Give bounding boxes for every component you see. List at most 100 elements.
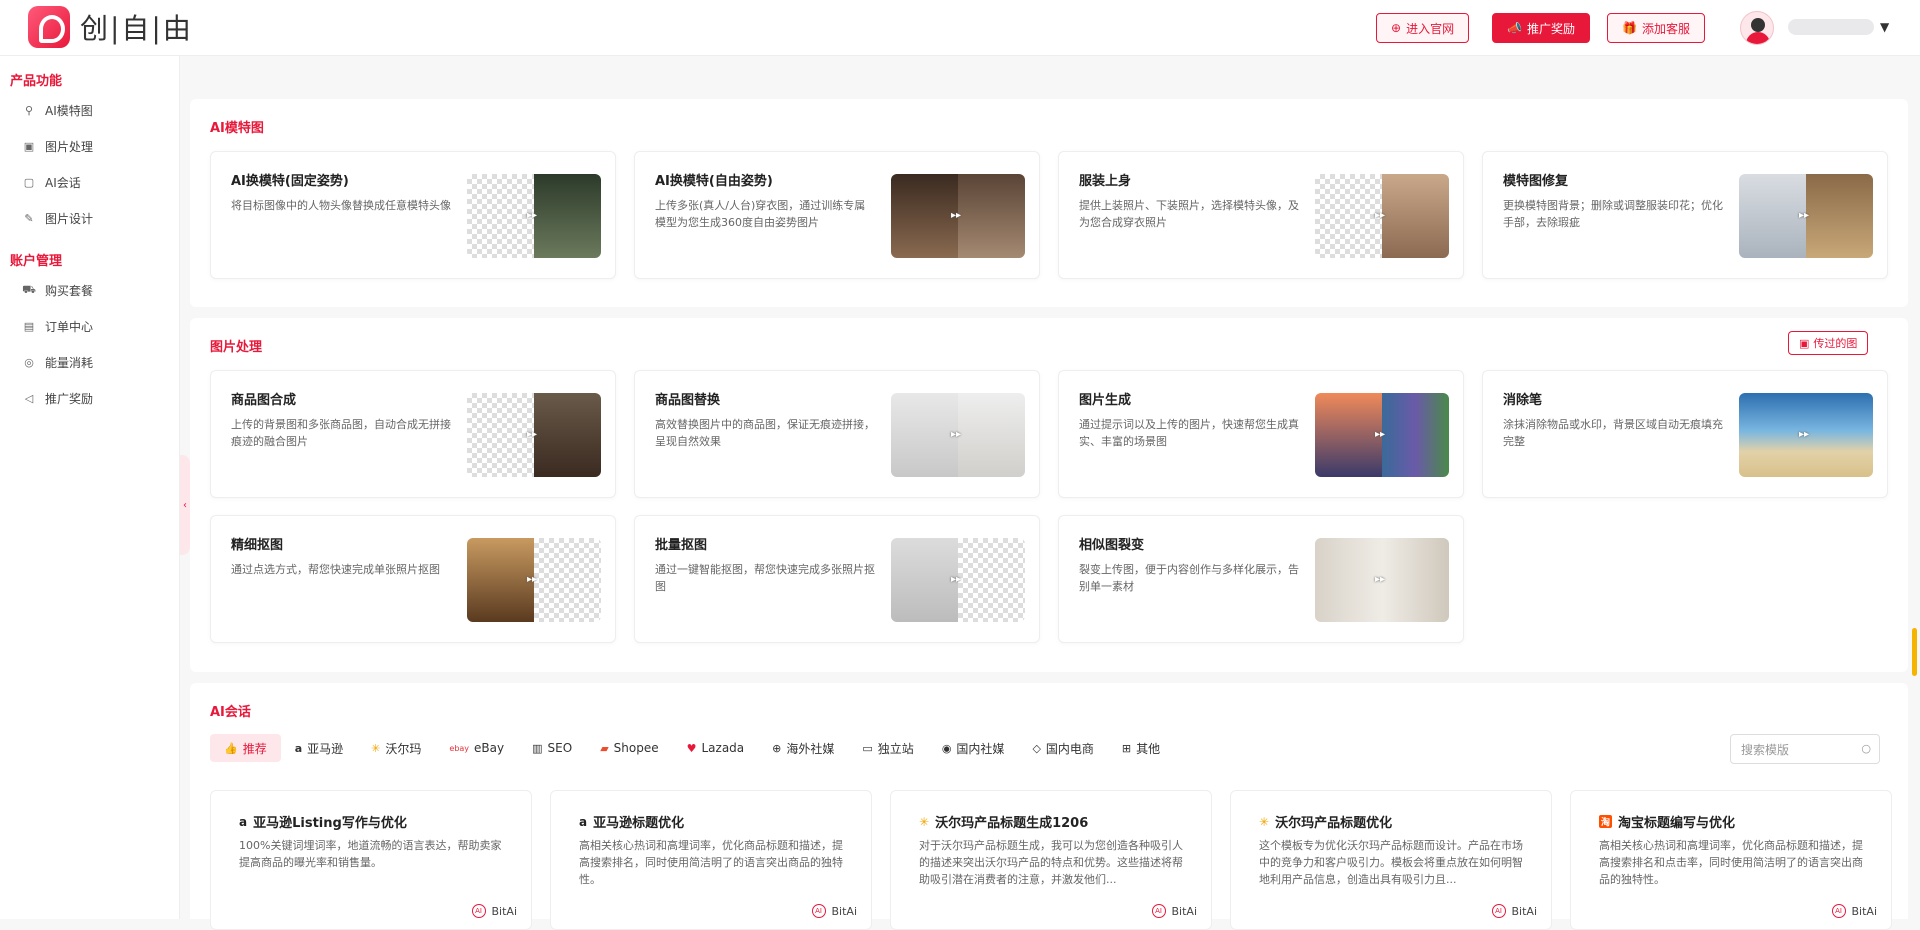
card-desc: 100%关键词埋词率，地道流畅的语言表达，帮助卖家提高商品的曝光率和销售量。 xyxy=(239,839,502,869)
feature-card[interactable]: AI换模特(固定姿势) 将目标图像中的人物头像替换成任意模特头像 ▸▸ xyxy=(210,151,616,279)
card-title: AI换模特(自由姿势) xyxy=(655,174,773,189)
username-blurred[interactable] xyxy=(1788,19,1874,35)
promotion-reward-button[interactable]: 📣 推广奖励 xyxy=(1492,13,1590,43)
tab-recommend[interactable]: 👍 推荐 xyxy=(210,734,281,762)
feature-card[interactable]: 图片生成 通过提示词以及上传的图片，快速帮您生成真实、丰富的场景图 ▸▸ xyxy=(1058,370,1464,498)
globe-icon: ⊕ xyxy=(1391,21,1402,35)
card-desc: 涂抹消除物品或水印，背景区域自动无痕填充完整 xyxy=(1503,418,1723,448)
sidebar-item-buy-plan[interactable]: ⛟ 购买套餐 xyxy=(0,272,179,308)
card-title: 消除笔 xyxy=(1503,393,1543,408)
ai-badge-icon: AI xyxy=(1151,904,1166,918)
sidebar-item-orders[interactable]: ▤ 订单中心 xyxy=(0,308,179,344)
arrow-icon: ▸▸ xyxy=(1375,429,1386,440)
feature-card[interactable]: 商品图替换 高效替换图片中的商品图，保证无痕迹拼接，呈现自然效果 ▸▸ xyxy=(634,370,1040,498)
ai-badge-icon: AI xyxy=(811,904,826,918)
card-desc: 对于沃尔玛产品标题生成，我可以为您创造各种吸引人的描述来突出沃尔玛产品的特点和优… xyxy=(919,839,1183,886)
feature-card[interactable]: 消除笔 涂抹消除物品或水印，背景区域自动无痕填充完整 ▸▸ xyxy=(1482,370,1888,498)
arrow-icon: ▸▸ xyxy=(1375,574,1386,585)
sidebar-item-energy[interactable]: ◎ 能量消耗 xyxy=(0,344,179,380)
sidebar: 产品功能 ⚲ AI模特图 ▣ 图片处理 ▢ AI会话 ✎ 图片设计 账户管理 ⛟ 购买套餐… xyxy=(0,56,180,919)
tab-label: 沃尔玛 xyxy=(385,741,422,756)
button-label: 传过的图 xyxy=(1813,337,1858,350)
amazon-icon: a xyxy=(239,814,248,829)
tab-overseas-social[interactable]: ⊕ 海外社媒 xyxy=(758,734,848,762)
card-thumbnail: ▸▸ xyxy=(891,174,1025,258)
tab-domestic-ecommerce[interactable]: ◇ 国内电商 xyxy=(1018,734,1107,762)
author-name: BitAi xyxy=(1511,904,1538,918)
tab-shopee[interactable]: ▰ Shopee xyxy=(586,734,672,762)
tab-ebay[interactable]: ebay eBay xyxy=(435,734,518,762)
card-title: 商品图合成 xyxy=(231,393,297,408)
template-card-title: a 亚马逊标题优化 xyxy=(579,812,684,832)
tab-domestic-social[interactable]: ◉ 国内社媒 xyxy=(928,734,1019,762)
sidebar-item-label: 图片处理 xyxy=(45,139,94,154)
feature-card[interactable]: 批量抠图 通过一键智能抠图，帮您快速完成多张照片抠图 ▸▸ xyxy=(634,515,1040,643)
card-thumbnail: ▸▸ xyxy=(1315,393,1449,477)
feature-card[interactable]: 服装上身 提供上装照片、下装照片，选择模特头像，及为您合成穿衣照片 ▸▸ xyxy=(1058,151,1464,279)
ai-chat-section: AI会话 👍 推荐 a 亚马逊 ✳ 沃尔玛 ebay eBay ▥ SEO ▰ Shopee… xyxy=(190,683,1908,930)
sidebar-collapse-handle[interactable]: ‹ xyxy=(180,455,190,555)
sidebar-item-ai-chat[interactable]: ▢ AI会话 xyxy=(0,164,179,200)
image-processing-section: 图片处理 ▣ 传过的图 商品图合成 上传的背景图和多张商品图，自动合成无拼接痕迹的… xyxy=(190,318,1908,672)
avatar[interactable] xyxy=(1740,11,1774,45)
section-title: AI会话 xyxy=(210,705,251,720)
sidebar-item-ai-model[interactable]: ⚲ AI模特图 xyxy=(0,92,179,128)
card-desc: 将目标图像中的人物头像替换成任意模特头像 xyxy=(231,199,451,212)
section-title: AI模特图 xyxy=(210,121,264,136)
sidebar-item-label: 推广奖励 xyxy=(45,391,94,406)
card-title: 沃尔玛产品标题生成1206 xyxy=(935,816,1089,831)
template-card-title: a 亚马逊Listing写作与优化 xyxy=(239,812,407,832)
bar-chart-icon: ▥ xyxy=(532,741,543,755)
scrollbar-thumb[interactable] xyxy=(1912,628,1917,676)
order-icon: ▤ xyxy=(23,319,35,333)
tab-label: Lazada xyxy=(701,741,745,755)
button-label: 推广奖励 xyxy=(1526,21,1575,36)
ai-model-section: AI模特图 AI换模特(固定姿势) 将目标图像中的人物头像替换成任意模特头像 ▸… xyxy=(190,99,1908,307)
tab-walmart[interactable]: ✳ 沃尔玛 xyxy=(357,734,435,762)
history-images-button[interactable]: ▣ 传过的图 xyxy=(1788,331,1869,355)
official-site-button[interactable]: ⊕ 进入官网 xyxy=(1376,13,1470,43)
template-search-input[interactable]: 搜索模版 ○ xyxy=(1730,734,1880,764)
logo-text: 创|自|由 xyxy=(80,12,193,45)
feature-card[interactable]: 相似图裂变 裂变上传图，便于内容创作与多样化展示，告别单一素材 ▸▸ xyxy=(1058,515,1464,643)
feature-card[interactable]: 商品图合成 上传的背景图和多张商品图，自动合成无拼接痕迹的融合图片 ▸▸ xyxy=(210,370,616,498)
tab-seo[interactable]: ▥ SEO xyxy=(518,734,586,762)
logo[interactable]: 创|自|由 xyxy=(28,6,193,48)
globe-icon: ⊕ xyxy=(772,741,782,755)
card-thumbnail: ▸▸ xyxy=(891,393,1025,477)
card-title: 图片生成 xyxy=(1079,393,1132,408)
template-card[interactable]: 淘淘宝标题编写与优化 高相关核心热词和高埋词率，优化商品标题和描述，提高搜索排名… xyxy=(1570,790,1892,930)
ai-badge-icon: AI xyxy=(1491,904,1506,918)
sidebar-group-title: 账户管理 xyxy=(10,254,63,269)
template-card[interactable]: a 亚马逊标题优化 高相关核心热词和高埋词率，优化商品标题和描述，提高搜索排名，同… xyxy=(550,790,872,930)
template-card[interactable]: a 亚马逊Listing写作与优化 100%关键词埋词率，地道流畅的语言表达，帮助… xyxy=(210,790,532,930)
arrow-icon: ▸▸ xyxy=(1799,210,1810,221)
tab-amazon[interactable]: a 亚马逊 xyxy=(281,734,357,762)
feature-card[interactable]: 模特图修复 更换模特图背景；删除或调整服装印花；优化手部，去除瑕疵 ▸▸ xyxy=(1482,151,1888,279)
sidebar-item-label: 图片设计 xyxy=(45,211,94,226)
arrow-icon: ▸▸ xyxy=(527,574,538,585)
sidebar-item-image-proc[interactable]: ▣ 图片处理 xyxy=(0,128,179,164)
arrow-icon: ▸▸ xyxy=(951,574,962,585)
sidebar-item-promotion[interactable]: ◁ 推广奖励 xyxy=(0,380,179,416)
template-card[interactable]: ✳ 沃尔玛产品标题生成1206 对于沃尔玛产品标题生成，我可以为您创造各种吸引人的… xyxy=(890,790,1212,930)
grid-icon: ⊞ xyxy=(1121,741,1132,755)
tab-other[interactable]: ⊞ 其他 xyxy=(1108,734,1174,762)
feature-card[interactable]: 精细抠图 通过点选方式，帮您快速完成单张照片抠图 ▸▸ xyxy=(210,515,616,643)
feature-card[interactable]: AI换模特(自由姿势) 上传多张(真人/人台)穿衣图，通过训练专属模型为您生成3… xyxy=(634,151,1040,279)
chevron-down-icon[interactable]: ▼ xyxy=(1880,20,1889,34)
card-title: 相似图裂变 xyxy=(1079,538,1145,553)
add-service-button[interactable]: 🎁 添加客服 xyxy=(1607,13,1705,43)
tab-independent-site[interactable]: ▭ 独立站 xyxy=(848,734,927,762)
gift-icon: 🎁 xyxy=(1622,21,1637,35)
template-card[interactable]: ✳ 沃尔玛产品标题优化 这个模板专为优化沃尔玛产品标题而设计。产品在市场中的竞争力… xyxy=(1230,790,1552,930)
author-name: BitAi xyxy=(831,904,858,918)
card-thumbnail: ▸▸ xyxy=(891,538,1025,622)
tab-lazada[interactable]: ♥ Lazada xyxy=(673,734,759,762)
card-desc: 上传多张(真人/人台)穿衣图，通过训练专属模型为您生成360度自由姿势图片 xyxy=(655,199,866,229)
tab-label: 亚马逊 xyxy=(307,741,344,756)
card-thumbnail: ▸▸ xyxy=(1315,174,1449,258)
sidebar-item-image-design[interactable]: ✎ 图片设计 xyxy=(0,200,179,236)
card-desc: 裂变上传图，便于内容创作与多样化展示，告别单一素材 xyxy=(1079,563,1299,593)
store-icon: ▭ xyxy=(862,741,873,755)
